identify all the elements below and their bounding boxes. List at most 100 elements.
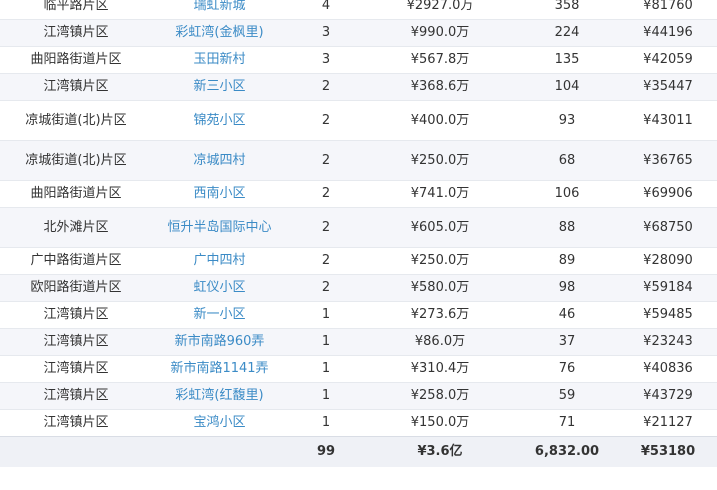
community-cell: 新市南路1141弄 — [152, 355, 287, 383]
community-link[interactable]: 彩虹湾(红馥里) — [175, 388, 263, 403]
community-link[interactable]: 宝鸿小区 — [193, 415, 245, 430]
district-cell: 江湾镇片区 — [0, 409, 152, 437]
community-cell: 彩虹湾(金枫里) — [152, 19, 287, 47]
table-row: 临平路片区 瑞虹新城 4 ¥2927.0万 358 ¥81760 — [0, 0, 717, 20]
community-cell: 锦苑小区 — [152, 100, 287, 141]
community-link[interactable]: 锦苑小区 — [193, 113, 245, 128]
total-price-cell: ¥567.8万 — [365, 46, 515, 74]
total-price-cell: ¥310.4万 — [365, 355, 515, 383]
listing-count-cell: 2 — [287, 247, 365, 275]
unit-price-cell: ¥42059 — [619, 46, 717, 74]
district-cell: 临平路片区 — [0, 0, 152, 20]
district-cell: 江湾镇片区 — [0, 19, 152, 47]
community-cell: 凉城四村 — [152, 140, 287, 181]
community-cell: 瑞虹新城 — [152, 0, 287, 20]
table-row: 凉城街道(北)片区 锦苑小区 2 ¥400.0万 93 ¥43011 — [0, 100, 717, 141]
community-link[interactable]: 虹仪小区 — [193, 280, 245, 295]
community-link[interactable]: 西南小区 — [193, 186, 245, 201]
total-price-cell: ¥86.0万 — [365, 328, 515, 356]
unit-price-cell: ¥36765 — [619, 140, 717, 181]
area-cell: 98 — [515, 274, 619, 302]
area-cell: 106 — [515, 180, 619, 208]
area-cell: 68 — [515, 140, 619, 181]
listing-count-cell: 2 — [287, 274, 365, 302]
district-cell: 曲阳路街道片区 — [0, 180, 152, 208]
table-row: 江湾镇片区 彩虹湾(金枫里) 3 ¥990.0万 224 ¥44196 — [0, 19, 717, 47]
area-cell: 104 — [515, 73, 619, 101]
district-cell: 江湾镇片区 — [0, 355, 152, 383]
community-link[interactable]: 瑞虹新城 — [193, 0, 245, 13]
listing-count-cell: 1 — [287, 301, 365, 329]
unit-price-cell: ¥21127 — [619, 409, 717, 437]
listing-count-cell: 2 — [287, 207, 365, 248]
area-cell: 89 — [515, 247, 619, 275]
total-price-cell: ¥400.0万 — [365, 100, 515, 141]
area-cell: 71 — [515, 409, 619, 437]
listing-count-cell: 2 — [287, 140, 365, 181]
area-cell: 59 — [515, 382, 619, 410]
area-cell: 37 — [515, 328, 619, 356]
total-price-cell: ¥990.0万 — [365, 19, 515, 47]
area-cell: 358 — [515, 0, 619, 20]
community-cell: 虹仪小区 — [152, 274, 287, 302]
table-row: 广中路街道片区 广中四村 2 ¥250.0万 89 ¥28090 — [0, 247, 717, 275]
unit-price-cell: ¥44196 — [619, 19, 717, 47]
total-price-cell: ¥2927.0万 — [365, 0, 515, 20]
area-cell: 76 — [515, 355, 619, 383]
community-link[interactable]: 广中四村 — [193, 253, 245, 268]
total-price-cell: ¥150.0万 — [365, 409, 515, 437]
community-link[interactable]: 新市南路1141弄 — [170, 361, 268, 376]
table-body: 临平路片区 瑞虹新城 4 ¥2927.0万 358 ¥81760 江湾镇片区 彩虹湾(金枫里)… — [0, 0, 717, 467]
table-row: 江湾镇片区 宝鸿小区 1 ¥150.0万 71 ¥21127 — [0, 409, 717, 437]
total-price-cell: ¥273.6万 — [365, 301, 515, 329]
community-cell: 新一小区 — [152, 301, 287, 329]
area-cell: 88 — [515, 207, 619, 248]
community-link[interactable]: 玉田新村 — [193, 52, 245, 67]
table-row: 欧阳路街道片区 虹仪小区 2 ¥580.0万 98 ¥59184 — [0, 274, 717, 302]
totals-row: 99 ¥3.6亿 6,832.00 ¥53180 — [0, 436, 717, 467]
unit-price-cell: ¥43729 — [619, 382, 717, 410]
district-cell: 广中路街道片区 — [0, 247, 152, 275]
area-cell: 93 — [515, 100, 619, 141]
totals-community-cell — [152, 436, 287, 467]
community-link[interactable]: 新一小区 — [193, 307, 245, 322]
listing-count-cell: 2 — [287, 180, 365, 208]
district-cell: 江湾镇片区 — [0, 73, 152, 101]
unit-price-cell: ¥35447 — [619, 73, 717, 101]
area-cell: 46 — [515, 301, 619, 329]
unit-price-cell: ¥43011 — [619, 100, 717, 141]
community-cell: 新三小区 — [152, 73, 287, 101]
listing-count-cell: 1 — [287, 355, 365, 383]
totals-count-cell: 99 — [287, 436, 365, 467]
table-row: 江湾镇片区 新一小区 1 ¥273.6万 46 ¥59485 — [0, 301, 717, 329]
area-cell: 224 — [515, 19, 619, 47]
table-row: 曲阳路街道片区 西南小区 2 ¥741.0万 106 ¥69906 — [0, 180, 717, 208]
totals-total-price-cell: ¥3.6亿 — [365, 436, 515, 467]
district-cell: 北外滩片区 — [0, 207, 152, 248]
community-link[interactable]: 恒升半岛国际中心 — [167, 220, 271, 235]
community-link[interactable]: 新三小区 — [193, 79, 245, 94]
district-cell: 凉城街道(北)片区 — [0, 100, 152, 141]
district-cell: 江湾镇片区 — [0, 328, 152, 356]
unit-price-cell: ¥28090 — [619, 247, 717, 275]
listing-count-cell: 3 — [287, 46, 365, 74]
table-row: 江湾镇片区 彩虹湾(红馥里) 1 ¥258.0万 59 ¥43729 — [0, 382, 717, 410]
community-cell: 新市南路960弄 — [152, 328, 287, 356]
listing-count-cell: 1 — [287, 382, 365, 410]
community-cell: 玉田新村 — [152, 46, 287, 74]
totals-district-cell — [0, 436, 152, 467]
community-link[interactable]: 凉城四村 — [193, 153, 245, 168]
listing-count-cell: 1 — [287, 328, 365, 356]
community-link[interactable]: 新市南路960弄 — [175, 334, 265, 349]
unit-price-cell: ¥23243 — [619, 328, 717, 356]
table-row: 江湾镇片区 新市南路1141弄 1 ¥310.4万 76 ¥40836 — [0, 355, 717, 383]
table-row: 江湾镇片区 新市南路960弄 1 ¥86.0万 37 ¥23243 — [0, 328, 717, 356]
total-price-cell: ¥258.0万 — [365, 382, 515, 410]
district-cell: 凉城街道(北)片区 — [0, 140, 152, 181]
community-cell: 彩虹湾(红馥里) — [152, 382, 287, 410]
total-price-cell: ¥741.0万 — [365, 180, 515, 208]
community-link[interactable]: 彩虹湾(金枫里) — [175, 25, 263, 40]
totals-area-cell: 6,832.00 — [515, 436, 619, 467]
unit-price-cell: ¥81760 — [619, 0, 717, 20]
total-price-cell: ¥368.6万 — [365, 73, 515, 101]
